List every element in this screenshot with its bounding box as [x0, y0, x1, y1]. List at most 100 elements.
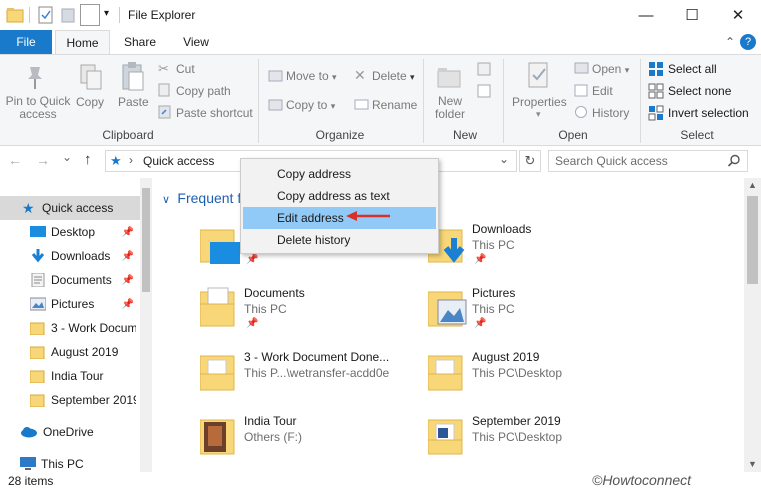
edit-button[interactable]: Edit [592, 84, 613, 98]
item-august-2019[interactable]: August 2019 This PC\Desktop [428, 350, 628, 406]
item-name: Pictures [472, 286, 516, 300]
delete-button[interactable]: Delete ▾ [372, 69, 415, 83]
nav-item-desktop[interactable]: Desktop 📌 [0, 220, 140, 244]
pin-icon[interactable]: 📌 [474, 254, 486, 265]
item-location: This PC [472, 238, 515, 252]
nav-item-september-2019[interactable]: September 2019 [0, 388, 140, 412]
tab-file[interactable]: File [0, 30, 52, 54]
pin-to-quick-access-button[interactable]: Pin to Quick access [4, 95, 72, 121]
nav-item-work-document[interactable]: 3 - Work Docum [0, 316, 140, 340]
open-button[interactable]: Open ▾ [592, 62, 629, 76]
help-button[interactable]: ? [740, 34, 756, 50]
main-scrollbar[interactable]: ▲ ▼ [744, 178, 761, 472]
pin-icon[interactable]: 📌 [122, 299, 134, 310]
up-button[interactable]: ↑ [84, 151, 92, 168]
nav-scrollbar[interactable] [140, 178, 152, 472]
properties-icon [528, 62, 548, 88]
tab-share[interactable]: Share [114, 30, 166, 54]
copy-to-button[interactable]: Copy to ▾ [286, 98, 335, 112]
pin-icon[interactable]: 📌 [246, 254, 258, 265]
main-scrollbar-thumb[interactable] [747, 196, 758, 284]
tab-view[interactable]: View [170, 30, 222, 54]
desktop-icon [30, 226, 46, 237]
back-button[interactable]: ← [8, 152, 22, 168]
qat-input-box[interactable] [80, 4, 100, 26]
maximize-button[interactable]: ☐ [669, 0, 715, 30]
path-separator[interactable]: › [129, 153, 133, 167]
item-work-document[interactable]: 3 - Work Document Done... This P...\wetr… [200, 350, 400, 406]
delete-icon: ✕ [354, 67, 366, 83]
paste-shortcut-button[interactable]: Paste shortcut [176, 106, 253, 120]
menu-item-edit-address[interactable]: Edit address [243, 207, 436, 229]
tab-home[interactable]: Home [55, 30, 110, 54]
select-group-label: Select [680, 128, 714, 142]
pin-icon[interactable]: 📌 [246, 318, 258, 329]
address-dropdown-button[interactable]: ⌄ [499, 152, 509, 166]
pin-icon[interactable]: 📌 [122, 251, 134, 262]
item-september-2019[interactable]: September 2019 This PC\Desktop [428, 414, 628, 470]
chevron-down-icon: ▾ [332, 72, 337, 82]
item-india-tour[interactable]: India Tour Others (F:) [200, 414, 400, 470]
documents-icon [31, 273, 45, 287]
organize-group-label: Organize [315, 128, 365, 142]
select-none-button[interactable]: Select none [668, 84, 731, 98]
nav-item-india-tour[interactable]: India Tour [0, 364, 140, 388]
nav-item-documents[interactable]: Documents 📌 [0, 268, 140, 292]
item-downloads[interactable]: Downloads This PC 📌 [428, 222, 628, 278]
copy-path-button[interactable]: Copy path [176, 84, 231, 98]
pin-icon[interactable]: 📌 [122, 227, 134, 238]
new-folder-icon [437, 68, 461, 88]
pin-icon [28, 67, 42, 89]
paste-button[interactable]: Paste [118, 95, 149, 109]
ribbon-collapse-button[interactable]: ⌃ [725, 35, 735, 49]
scroll-down-arrow[interactable]: ▼ [748, 459, 757, 469]
nav-item-quick-access[interactable]: ★ Quick access [0, 196, 140, 220]
qat-dropdown[interactable]: ▾ [104, 8, 109, 19]
copy-button[interactable]: Copy [76, 95, 104, 109]
rename-button[interactable]: Rename [372, 98, 417, 112]
move-to-button[interactable]: Move to ▾ [286, 69, 337, 83]
item-location: This PC [472, 302, 515, 316]
folder-icon [30, 346, 45, 359]
search-placeholder: Search Quick access [555, 154, 668, 168]
refresh-button[interactable]: ↻ [519, 150, 541, 172]
select-all-button[interactable]: Select all [668, 62, 717, 76]
ribbon-divider [503, 59, 504, 143]
nav-item-pictures[interactable]: Pictures 📌 [0, 292, 140, 316]
nav-scrollbar-thumb[interactable] [142, 188, 150, 292]
item-name: 3 - Work Document Done... [244, 350, 390, 364]
search-box[interactable]: Search Quick access [548, 150, 748, 172]
item-documents[interactable]: Documents This PC 📌 [200, 286, 400, 342]
item-pictures[interactable]: Pictures This PC 📌 [428, 286, 628, 342]
close-button[interactable]: ✕ [715, 0, 761, 30]
menu-item-copy-address[interactable]: Copy address [243, 163, 436, 185]
nav-item-onedrive[interactable]: OneDrive [0, 420, 140, 444]
paste-icon [122, 62, 144, 91]
new-folder-icon[interactable] [60, 5, 76, 25]
properties-icon[interactable] [37, 5, 55, 25]
forward-button[interactable]: → [36, 152, 50, 168]
history-button[interactable]: History [592, 106, 629, 120]
scroll-up-arrow[interactable]: ▲ [748, 180, 757, 190]
item-location: Others (F:) [244, 430, 303, 444]
properties-button[interactable]: Properties [512, 95, 567, 109]
cut-button[interactable]: Cut [176, 62, 195, 76]
search-icon[interactable] [727, 154, 741, 168]
minimize-button[interactable]: — [623, 0, 669, 30]
menu-item-copy-address-as-text[interactable]: Copy address as text [243, 185, 436, 207]
nav-item-downloads[interactable]: Downloads 📌 [0, 244, 140, 268]
invert-selection-icon [648, 105, 664, 121]
menu-item-delete-history[interactable]: Delete history [243, 229, 436, 251]
recent-locations-button[interactable]: ⌄ [62, 150, 72, 164]
pin-icon[interactable]: 📌 [122, 275, 134, 286]
pin-icon[interactable]: 📌 [474, 318, 486, 329]
divider [119, 7, 120, 23]
nav-item-august-2019[interactable]: August 2019 [0, 340, 140, 364]
section-header[interactable]: ∨ Frequent f [162, 190, 241, 206]
folder-icon [428, 355, 463, 391]
address-path[interactable]: Quick access [143, 154, 214, 168]
new-folder-button[interactable]: New folder [433, 95, 467, 121]
title-bar: ▾ File Explorer — ☐ ✕ [0, 0, 761, 30]
watermark: ©Howtoconnect [592, 472, 692, 488]
invert-selection-button[interactable]: Invert selection [668, 106, 749, 120]
